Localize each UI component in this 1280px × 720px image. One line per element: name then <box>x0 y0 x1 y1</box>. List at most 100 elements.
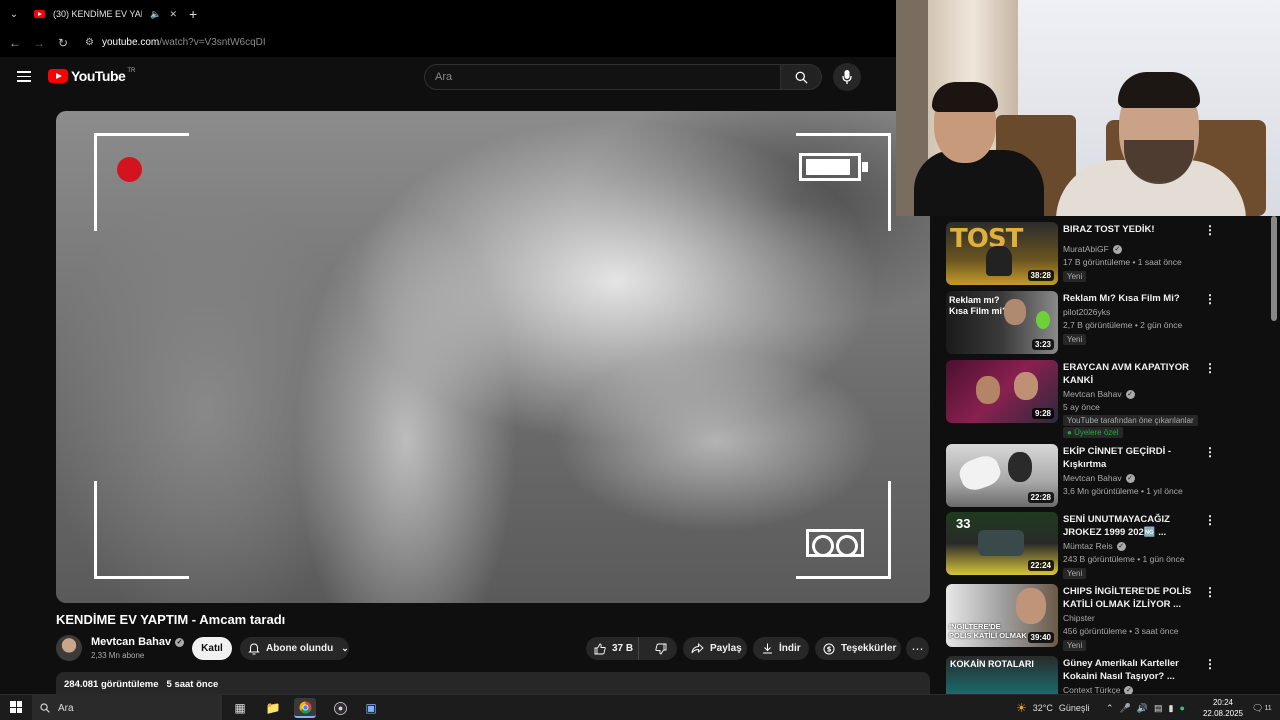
video-duration: 22:28 <box>1027 492 1054 503</box>
download-button[interactable]: İndir <box>753 637 809 660</box>
tab-search-chevron-icon[interactable]: ⌄ <box>0 0 28 28</box>
rec-title[interactable]: CHIPS İNGİLTERE'DE POLİS KATİLİ OLMAK İZ… <box>1063 585 1208 611</box>
rec-more-icon[interactable]: ⋮ <box>1204 658 1216 670</box>
verified-check-icon: ✓ <box>1124 686 1134 694</box>
rec-channel[interactable]: MuratAbiGF ✓ <box>1063 244 1122 254</box>
rec-channel[interactable]: Mevtcan Bahav ✓ <box>1063 473 1135 483</box>
rec-channel[interactable]: Context Türkçe ✓ <box>1063 685 1134 694</box>
rec-more-icon[interactable]: ⋮ <box>1204 293 1216 305</box>
rec-title[interactable]: ERAYCAN AVM KAPATIYOR KANKİ <box>1063 361 1208 387</box>
thumb-person <box>976 376 1000 404</box>
site-settings-icon[interactable]: ⚙ <box>85 37 94 48</box>
new-tab-plus-icon[interactable]: + <box>189 6 197 22</box>
rec-channel[interactable]: pilot2026yks <box>1063 307 1110 317</box>
rec-title[interactable]: Reklam Mı? Kısa Film Mi? <box>1063 292 1208 305</box>
youtube-logo[interactable]: YouTube TR <box>48 68 135 84</box>
rec-thumbnail[interactable]: 33 22:24 <box>946 512 1058 575</box>
rec-channel-name: Chipster <box>1063 613 1095 623</box>
rec-meta: 3,6 Mn görüntüleme • 1 yıl önce <box>1063 486 1183 496</box>
rec-meta: 243 B görüntüleme • 1 gün önce <box>1063 554 1185 564</box>
obs-icon[interactable] <box>329 698 351 718</box>
thumb-figure <box>1036 311 1050 329</box>
back-arrow-icon[interactable]: ← <box>3 36 27 50</box>
rec-item[interactable]: 33 22:24 SENİ UNUTMAYACAĞIZ JROKEZ 1999 … <box>946 512 1268 580</box>
forward-arrow-icon[interactable]: → <box>27 36 51 50</box>
windows-start-icon[interactable] <box>10 701 22 713</box>
microphone-tray-icon[interactable]: 🎤 <box>1120 703 1131 714</box>
rec-channel[interactable]: Mevtcan Bahav ✓ <box>1063 389 1135 399</box>
url-path: /watch?v=V3sntW6cqDI <box>159 37 266 48</box>
search-box[interactable] <box>424 64 781 90</box>
battery-tray-icon[interactable]: ▮ <box>1169 703 1174 714</box>
rec-thumbnail[interactable]: Reklam mı? Kısa Film mi? 3:23 <box>946 291 1058 354</box>
search-icon <box>40 703 50 713</box>
rec-thumbnail[interactable]: KOKAİN ROTALARI <box>946 656 1058 694</box>
rec-channel-name: Mümtaz Reis <box>1063 541 1113 551</box>
file-explorer-icon[interactable]: 📁 <box>262 698 284 718</box>
thumb-text: KOKAİN ROTALARI <box>950 659 1034 669</box>
share-button[interactable]: Paylaş <box>683 637 747 660</box>
rec-item[interactable]: 9:28 ERAYCAN AVM KAPATIYOR KANKİ ⋮ Mevtc… <box>946 360 1268 440</box>
weather-desc: Güneşli <box>1058 703 1090 713</box>
rec-item[interactable]: Reklam mı? Kısa Film mi? 3:23 Reklam Mı? … <box>946 291 1268 357</box>
more-actions-button[interactable]: ⋯ <box>906 637 929 660</box>
search-button[interactable] <box>781 64 822 90</box>
thumbs-up-icon <box>594 643 606 654</box>
close-tab-icon[interactable]: ✕ <box>169 9 177 20</box>
voice-search-button[interactable] <box>833 63 861 91</box>
dislike-button[interactable] <box>645 643 677 655</box>
view-count: 284.081 görüntüleme <box>64 679 159 690</box>
like-button[interactable]: 37 B <box>586 637 640 660</box>
rec-channel[interactable]: Mümtaz Reis ✓ <box>1063 541 1126 551</box>
join-button[interactable]: Katıl <box>192 637 232 660</box>
tray-chevron-up-icon[interactable]: ⌃ <box>1106 703 1114 714</box>
app-window-icon[interactable]: ▣ <box>360 698 382 718</box>
rec-title[interactable]: Güney Amerikalı Karteller Kokaini Nasıl … <box>1063 657 1208 683</box>
rec-title[interactable]: BIRAZ TOST YEDİK! <box>1063 223 1208 236</box>
subscribed-button[interactable]: Abone olundu ⌄ <box>240 637 349 660</box>
task-view-icon[interactable]: ▦ <box>229 698 251 718</box>
rec-item[interactable]: 22:28 EKİP CİNNET GEÇİRDİ - Kışkırtma ⋮ … <box>946 444 1268 510</box>
rec-more-icon[interactable]: ⋮ <box>1204 514 1216 526</box>
video-player[interactable] <box>56 111 930 603</box>
speaker-icon[interactable]: 🔈 <box>150 9 161 20</box>
rec-item[interactable]: INGILTERE'DE POLIS KATİLİ OLMAK 39:40 CHI… <box>946 584 1268 652</box>
rec-thumbnail[interactable]: TOST 38:28 <box>946 222 1058 285</box>
search-input[interactable] <box>435 71 780 83</box>
speaker-tray-icon[interactable]: 🔊 <box>1137 703 1148 714</box>
verified-check-icon: ✓ <box>1112 245 1122 254</box>
rec-thumbnail[interactable]: 9:28 <box>946 360 1058 423</box>
rec-item[interactable]: TOST 38:28 BIRAZ TOST YEDİK! ⋮ MuratAbiG… <box>946 222 1268 288</box>
rec-thumbnail[interactable]: 22:28 <box>946 444 1058 507</box>
rec-more-icon[interactable]: ⋮ <box>1204 362 1216 374</box>
network-icon[interactable]: ▤ <box>1154 703 1163 714</box>
app-tray-icon[interactable]: ● <box>1179 703 1184 713</box>
rec-thumbnail[interactable]: INGILTERE'DE POLIS KATİLİ OLMAK 39:40 <box>946 584 1058 647</box>
microphone-icon <box>842 70 852 84</box>
thanks-button[interactable]: $ Teşekkürler <box>815 637 901 660</box>
webcam-overlay <box>896 0 1280 216</box>
clock[interactable]: 20:24 22.08.2025 <box>1198 697 1248 719</box>
rec-more-icon[interactable]: ⋮ <box>1204 224 1216 236</box>
reload-icon[interactable]: ↻ <box>51 36 75 50</box>
rec-item[interactable]: KOKAİN ROTALARI Güney Amerikalı Kartelle… <box>946 656 1268 694</box>
browser-tabbar: ⌄ (30) KENDİME EV YAPTIM - 🔈 ✕ + <box>0 0 896 28</box>
rec-channel[interactable]: Chipster <box>1063 613 1095 623</box>
channel-name-link[interactable]: Mevtcan Bahav ✓ <box>91 636 185 648</box>
notification-center[interactable]: 🗨 11 <box>1252 695 1272 720</box>
rec-more-icon[interactable]: ⋮ <box>1204 586 1216 598</box>
sidebar-scrollbar[interactable] <box>1271 216 1277 321</box>
taskbar-search[interactable]: Ara <box>32 695 222 720</box>
rec-title[interactable]: EKİP CİNNET GEÇİRDİ - Kışkırtma <box>1063 445 1208 471</box>
weather-widget[interactable]: ☀ 32°C Güneşli <box>1016 695 1089 720</box>
chrome-icon[interactable] <box>294 698 316 718</box>
upload-time: 5 saat önce <box>166 679 219 690</box>
hamburger-menu-icon[interactable] <box>17 71 31 82</box>
channel-avatar[interactable] <box>56 635 82 661</box>
logo-country: TR <box>127 68 136 74</box>
new-badge: Yeni <box>1063 271 1087 282</box>
rec-title[interactable]: SENİ UNUTMAYACAĞIZ JROKEZ 1999 202🆖 ... <box>1063 513 1208 539</box>
browser-tab-active[interactable]: (30) KENDİME EV YAPTIM - 🔈 ✕ <box>28 0 183 28</box>
rec-more-icon[interactable]: ⋮ <box>1204 446 1216 458</box>
url-field[interactable]: ⚙ youtube.com/watch?v=V3sntW6cqDI <box>85 37 266 48</box>
